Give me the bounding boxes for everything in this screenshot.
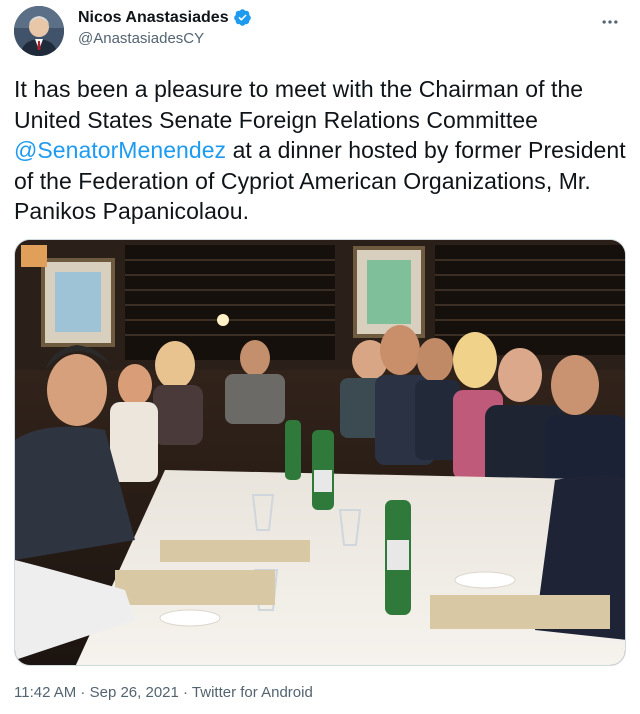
meta-separator: ·	[76, 684, 90, 701]
tweet-text: It has been a pleasure to meet with the …	[14, 74, 626, 227]
handle[interactable]: @AnastasiadesCY	[78, 30, 252, 47]
avatar[interactable]	[14, 6, 64, 56]
tweet-header: Nicos Anastasiades @AnastasiadesCY	[14, 6, 626, 58]
mention-link[interactable]: @SenatorMenendez	[14, 137, 226, 163]
tweet-meta: 11:42 AM · Sep 26, 2021 · Twitter for An…	[14, 684, 313, 701]
tweet-photo[interactable]	[14, 239, 626, 666]
photo-icon	[15, 240, 625, 665]
meta-separator: ·	[178, 684, 192, 701]
tweet-text-before: It has been a pleasure to meet with the …	[14, 76, 584, 133]
verified-badge-icon	[233, 8, 252, 27]
tweet-source[interactable]: Twitter for Android	[192, 684, 313, 701]
author-names: Nicos Anastasiades @AnastasiadesCY	[78, 8, 252, 47]
tweet-time[interactable]: 11:42 AM	[14, 684, 76, 701]
tweet-date[interactable]: Sep 26, 2021	[90, 684, 179, 701]
more-horizontal-icon[interactable]	[594, 6, 626, 38]
display-name-row: Nicos Anastasiades	[78, 8, 252, 27]
display-name[interactable]: Nicos Anastasiades	[78, 9, 229, 27]
